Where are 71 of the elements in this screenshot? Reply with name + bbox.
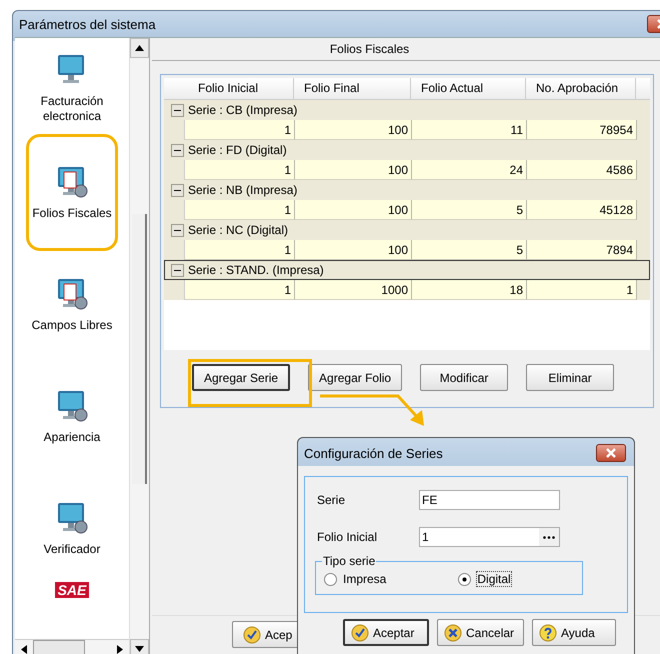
check-icon — [243, 626, 261, 644]
sidebar-item[interactable]: Apariencia — [26, 358, 118, 470]
cancel-icon — [444, 624, 462, 642]
column-header[interactable]: No. Aprobación — [526, 78, 636, 99]
table-cell: 1 — [527, 280, 637, 300]
input-field[interactable]: FE — [419, 490, 560, 510]
scroll-down-icon[interactable] — [135, 646, 144, 652]
help-icon — [539, 624, 557, 642]
table-cell: 1 — [185, 240, 295, 260]
horizontal-scrollbar[interactable] — [15, 639, 129, 654]
radio-option[interactable]: Digital — [458, 572, 511, 586]
scroll-right-icon[interactable] — [117, 645, 123, 654]
sidebar-item[interactable]: Verificador — [26, 470, 118, 582]
group-row[interactable]: Serie : NB (Impresa) — [164, 180, 650, 200]
ellipsis-icon[interactable] — [539, 528, 559, 546]
sidebar-item[interactable]: Folios Fiscales — [26, 134, 118, 251]
action-button[interactable]: Agregar Serie — [192, 364, 290, 391]
action-button[interactable]: Agregar Folio — [308, 364, 402, 391]
column-header[interactable]: Folio Inicial — [184, 78, 294, 99]
collapse-icon[interactable] — [171, 224, 184, 236]
close-icon — [604, 448, 618, 458]
radio-option[interactable]: Impresa — [324, 572, 386, 586]
table-cell: 5 — [412, 200, 527, 220]
collapse-icon[interactable] — [171, 104, 184, 116]
table-cell: 18 — [412, 280, 527, 300]
table-cell: 1 — [185, 120, 295, 140]
scroll-up-icon[interactable] — [135, 45, 144, 51]
check-icon — [351, 624, 369, 642]
group-row[interactable]: Serie : FD (Digital) — [164, 140, 650, 160]
dialog-title: Configuración de Series — [304, 446, 443, 460]
action-button[interactable]: Modificar — [420, 364, 508, 391]
input-field[interactable]: 1 — [419, 527, 560, 547]
group-row[interactable]: Serie : STAND. (Impresa) — [164, 260, 650, 280]
group-row[interactable]: Serie : NC (Digital) — [164, 220, 650, 240]
table-cell: 100 — [295, 120, 412, 140]
table-cell: 100 — [295, 160, 412, 180]
table-cell: 4586 — [527, 160, 637, 180]
table-cell: 1000 — [295, 280, 412, 300]
table-cell: 24 — [412, 160, 527, 180]
table-cell: 100 — [295, 240, 412, 260]
collapse-icon[interactable] — [171, 184, 184, 196]
field-label: Folio Inicial — [317, 530, 378, 544]
column-header[interactable]: Folio Final — [294, 78, 411, 99]
sidebar-item[interactable]: Facturación electronica — [26, 38, 118, 134]
column-header[interactable]: Folio Actual — [411, 78, 526, 99]
table-cell: 45128 — [527, 200, 637, 220]
vertical-scrollbar[interactable] — [129, 38, 149, 654]
collapse-icon[interactable] — [171, 144, 184, 156]
table-cell: 78954 — [527, 120, 637, 140]
table-cell: 5 — [412, 240, 527, 260]
logo: SAE — [54, 582, 90, 598]
panel-title: Folios Fiscales — [152, 38, 660, 61]
table-cell: 100 — [295, 200, 412, 220]
radio-icon[interactable] — [458, 572, 472, 586]
collapse-icon[interactable] — [171, 264, 184, 276]
table-cell: 11 — [412, 120, 527, 140]
dialog-button[interactable]: Aceptar — [343, 619, 429, 646]
action-button[interactable]: Eliminar — [526, 364, 614, 391]
table-cell: 1 — [185, 200, 295, 220]
group-title: Tipo serie — [322, 554, 376, 568]
table-cell: 1 — [185, 160, 295, 180]
dialog-button[interactable]: Cancelar — [437, 619, 524, 646]
dialog-button[interactable]: Ayuda — [532, 619, 616, 646]
table-cell: 7894 — [527, 240, 637, 260]
close-button[interactable] — [596, 444, 626, 462]
scroll-left-icon[interactable] — [21, 645, 27, 654]
window-title: Parámetros del sistema — [19, 16, 156, 32]
field-label: Serie — [317, 493, 346, 507]
table-cell: 1 — [185, 280, 295, 300]
group-row[interactable]: Serie : CB (Impresa) — [164, 100, 650, 120]
radio-icon[interactable] — [324, 572, 337, 586]
